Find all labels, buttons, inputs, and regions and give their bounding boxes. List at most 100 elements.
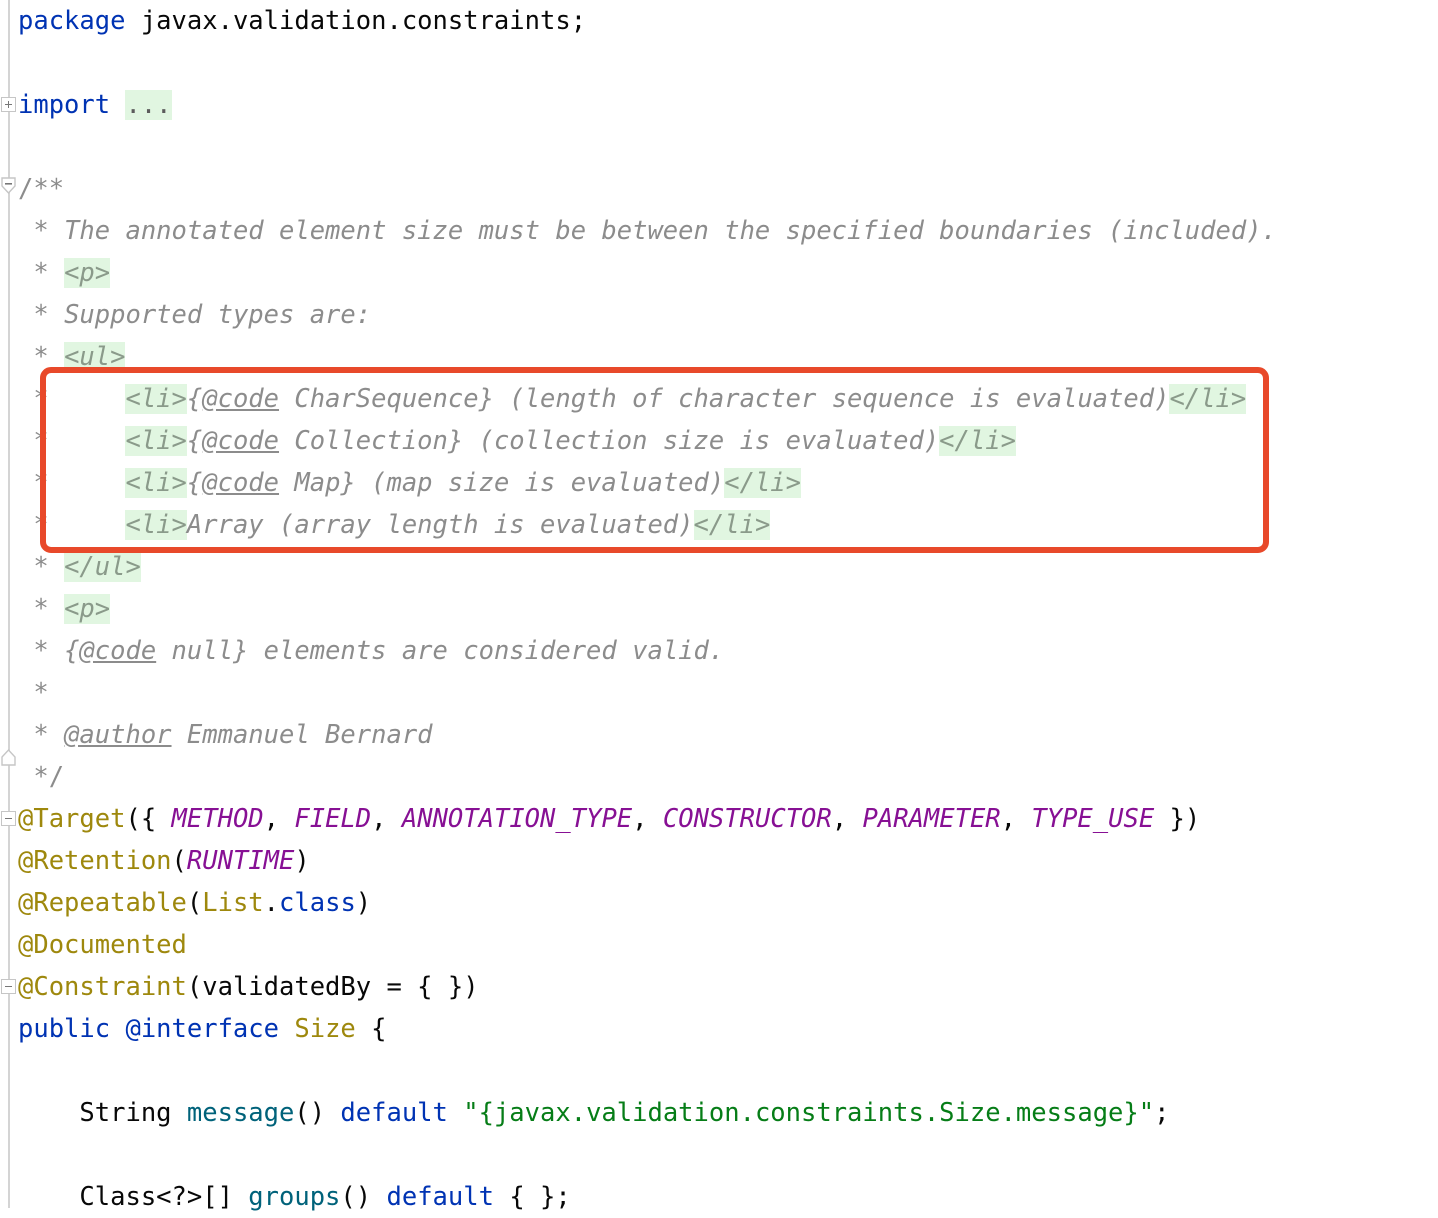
fold-minus-horizontal-2 <box>4 985 12 987</box>
code-line[interactable]: @Repeatable(List.class) <box>18 882 1438 924</box>
code-token: }) <box>1154 804 1201 834</box>
code-token: ( <box>186 888 203 918</box>
code-content[interactable]: package javax.validation.constraints; im… <box>18 0 1438 1218</box>
code-token: <ul> <box>64 342 126 372</box>
code-token: @Constraint <box>18 972 187 1002</box>
code-line[interactable]: * <p> <box>18 252 1438 294</box>
code-line[interactable]: * Supported types are: <box>18 294 1438 336</box>
code-line[interactable]: @Retention(RUNTIME) <box>18 840 1438 882</box>
code-token: * <box>18 300 65 330</box>
code-token: TYPE_USE <box>1031 804 1155 834</box>
code-token: @code <box>202 426 280 456</box>
code-token: , <box>831 804 863 834</box>
code-token: <li> <box>125 510 187 540</box>
code-token: { <box>355 1014 387 1044</box>
code-token: Map} (map size is evaluated) <box>279 468 725 498</box>
code-line[interactable]: * <p> <box>18 588 1438 630</box>
fold-minus-horizontal <box>4 817 12 819</box>
editor-gutter[interactable] <box>0 0 18 1208</box>
code-token: * <box>18 468 126 498</box>
code-token: </li> <box>724 468 801 498</box>
code-token: @code <box>202 468 280 498</box>
code-token: CONSTRUCTOR <box>662 804 832 834</box>
code-line[interactable]: * <li>{@code Collection} (collection siz… <box>18 420 1438 462</box>
code-token: , <box>263 804 295 834</box>
code-token: * <box>18 258 65 288</box>
code-line[interactable]: @Target({ METHOD, FIELD, ANNOTATION_TYPE… <box>18 798 1438 840</box>
fold-region-line-class <box>8 996 10 1208</box>
fold-marker-class-collapse[interactable] <box>1 979 16 994</box>
fold-marker-target-collapse[interactable] <box>1 811 16 826</box>
code-token: import <box>18 90 126 120</box>
code-token: , <box>1000 804 1032 834</box>
code-token: List <box>202 888 264 918</box>
code-token: <p> <box>64 594 111 624</box>
code-token: <li> <box>125 384 187 414</box>
code-line[interactable]: @Constraint(validatedBy = { }) <box>18 966 1438 1008</box>
code-token: ANNOTATION_TYPE <box>401 804 633 834</box>
code-token: @Target <box>18 804 126 834</box>
code-line[interactable]: * <li>{@code CharSequence} (length of ch… <box>18 378 1438 420</box>
code-line[interactable]: */ <box>18 756 1438 798</box>
code-line[interactable]: Class<?>[] groups() default { }; <box>18 1176 1438 1218</box>
code-editor[interactable]: package javax.validation.constraints; im… <box>0 0 1438 1212</box>
code-token: { <box>186 468 203 498</box>
code-line[interactable]: String message() default "{javax.validat… <box>18 1092 1438 1134</box>
code-token: * <box>18 594 65 624</box>
code-line[interactable]: * </ul> <box>18 546 1438 588</box>
code-line[interactable]: package javax.validation.constraints; <box>18 0 1438 42</box>
code-token: Emmanuel Bernard <box>171 720 433 750</box>
code-line[interactable] <box>18 126 1438 168</box>
code-line[interactable]: @Documented <box>18 924 1438 966</box>
code-line[interactable]: * <li>{@code Map} (map size is evaluated… <box>18 462 1438 504</box>
code-token: * <box>18 720 65 750</box>
fold-marker-javadoc-end[interactable] <box>1 749 16 766</box>
code-token: * <box>18 384 126 414</box>
code-token: () <box>294 1098 341 1128</box>
code-token: CharSequence} (length of character seque… <box>279 384 1170 414</box>
code-line[interactable]: * <box>18 672 1438 714</box>
code-token: @interface <box>125 1014 279 1044</box>
code-token: * <box>18 678 49 708</box>
code-token: <li> <box>125 468 187 498</box>
code-line[interactable]: * {@code null} elements are considered v… <box>18 630 1438 672</box>
code-line[interactable]: * <ul> <box>18 336 1438 378</box>
code-token: </li> <box>1169 384 1247 414</box>
fold-marker-import-expand[interactable] <box>1 97 16 112</box>
code-token: { <box>186 384 203 414</box>
code-token: /** <box>18 174 65 204</box>
code-token: * <box>18 342 65 372</box>
code-token: String <box>18 1098 187 1128</box>
code-token: @Retention <box>18 846 172 876</box>
code-token: </li> <box>939 426 1016 456</box>
code-line[interactable] <box>18 1050 1438 1092</box>
code-line[interactable]: * @author Emmanuel Bernard <box>18 714 1438 756</box>
code-line[interactable]: * <li>Array (array length is evaluated)<… <box>18 504 1438 546</box>
code-token: @Repeatable <box>18 888 187 918</box>
code-token: * <box>18 216 65 246</box>
code-line[interactable] <box>18 42 1438 84</box>
code-line[interactable]: import ... <box>18 84 1438 126</box>
code-token: Collection} (collection size is evaluate… <box>279 426 940 456</box>
code-token: public <box>18 1014 126 1044</box>
code-token: , <box>632 804 663 834</box>
code-token: @code <box>202 384 280 414</box>
code-token: * <box>18 510 126 540</box>
code-token: ; <box>1154 1098 1170 1128</box>
code-token: * <box>18 636 65 666</box>
code-line[interactable] <box>18 1134 1438 1176</box>
code-token: ... <box>125 90 172 120</box>
code-token: @code <box>79 636 157 666</box>
code-token: Size <box>294 1014 356 1044</box>
code-token: RUNTIME <box>186 846 295 876</box>
code-token: <p> <box>64 258 111 288</box>
code-line[interactable]: * The annotated element size must be bet… <box>18 210 1438 252</box>
code-token: ( <box>171 846 187 876</box>
code-line[interactable]: public @interface Size { <box>18 1008 1438 1050</box>
code-token: The annotated element size must be betwe… <box>64 216 1277 246</box>
code-line[interactable]: /** <box>18 168 1438 210</box>
code-token: METHOD <box>171 804 264 834</box>
fold-marker-javadoc-collapse[interactable] <box>1 177 16 194</box>
code-token: PARAMETER <box>862 804 1001 834</box>
code-token: Array (array length is evaluated) <box>186 510 694 540</box>
